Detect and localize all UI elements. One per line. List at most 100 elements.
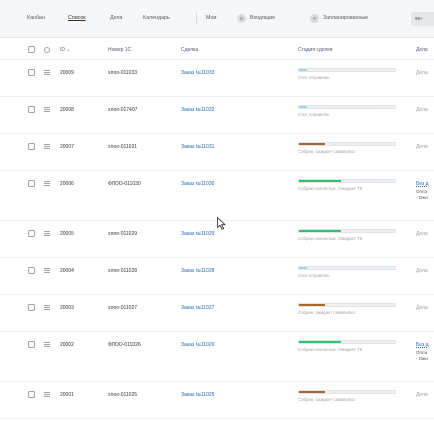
row-menu-icon[interactable] — [44, 107, 50, 112]
incoming-count-badge: 0 — [237, 14, 246, 23]
row-checkbox[interactable] — [28, 341, 35, 348]
deal-id: 20004 — [60, 268, 74, 274]
row-checkbox[interactable] — [28, 143, 35, 150]
stage-progress-bar[interactable] — [298, 179, 396, 183]
overflow-badge[interactable]: 99+ — [411, 12, 434, 26]
deal-link[interactable]: Заказ №11031 — [181, 144, 214, 150]
stage-label: Собран полностью. Ожидает ТК — [298, 186, 363, 191]
stage-cell[interactable]: Собран, ожидает самовывоз — [298, 303, 398, 316]
deal-link[interactable]: Заказ №11025 — [181, 392, 214, 398]
stage-label: Счет отправлен — [298, 112, 330, 117]
activity-link[interactable]: Дела — [416, 305, 428, 311]
number-1c: хлоо-011025 — [108, 392, 138, 398]
deal-link[interactable]: Заказ №11032 — [181, 107, 214, 113]
stage-label: Счет отправлен — [298, 75, 330, 80]
table-row[interactable]: 20003 хлоо-011027 Заказ №11027 Собран, ожид… — [0, 295, 434, 332]
stage-cell[interactable]: Собран полностью. Ожидает ТК — [298, 179, 398, 192]
column-header-deal[interactable]: Сделка — [181, 47, 198, 53]
row-menu-icon[interactable] — [44, 305, 50, 310]
stage-progress-bar[interactable] — [298, 229, 396, 233]
view-kanban-tab[interactable]: Канбан — [27, 15, 45, 21]
row-menu-icon[interactable] — [44, 231, 50, 236]
stage-cell[interactable]: Счет отправлен — [298, 68, 398, 81]
activity-link[interactable]: Дела — [416, 268, 428, 274]
stage-cell[interactable]: Собран полностью. Ожидает ТК — [298, 340, 398, 353]
select-all-checkbox[interactable] — [28, 46, 35, 53]
row-menu-icon[interactable] — [44, 342, 50, 347]
column-header-id[interactable]: ID ⌄ — [60, 47, 71, 53]
stage-label: Собран, ожидает самовывоз — [298, 149, 356, 154]
table-row[interactable]: 20004 хлоо-011028 Заказ №11028 Счет отправл… — [0, 258, 434, 295]
deal-link[interactable]: Заказ №11026 — [181, 342, 214, 348]
column-header-number-1c[interactable]: Номер 1С — [108, 47, 131, 53]
table-row[interactable]: 20008 хлоо-017407 Заказ №11032 Счет отправл… — [0, 97, 434, 134]
number-1c: хлоо-011027 — [108, 305, 138, 311]
row-checkbox[interactable] — [28, 230, 35, 237]
column-header-stage[interactable]: Стадия сделки — [298, 47, 332, 53]
activity-link[interactable]: Без д — [416, 181, 429, 187]
table-row[interactable]: 20007 хлоо-011031 Заказ №11031 Собран, ожид… — [0, 134, 434, 171]
number-1c: ФЛОО-011030 — [108, 181, 141, 187]
stage-progress-fill — [299, 341, 342, 343]
row-checkbox[interactable] — [28, 106, 35, 113]
table-row[interactable]: 20009 хлоо-011033 Заказ №11033 Счет отправл… — [0, 60, 434, 97]
row-menu-icon[interactable] — [44, 181, 50, 186]
row-checkbox[interactable] — [28, 304, 35, 311]
stage-cell[interactable]: Счет отправлен — [298, 105, 398, 118]
toolbar-divider — [196, 13, 197, 24]
deal-id: 20002 — [60, 342, 74, 348]
row-checkbox[interactable] — [28, 69, 35, 76]
my-counters-label: Мои: — [206, 15, 218, 21]
incoming-counter-link[interactable]: Входящие — [250, 15, 275, 21]
row-checkbox[interactable] — [28, 391, 35, 398]
stage-label: Счет отправлен — [298, 273, 330, 278]
deal-link[interactable]: Заказ №11028 — [181, 268, 214, 274]
view-activities-tab[interactable]: Дела — [110, 15, 122, 21]
stage-progress-bar[interactable] — [298, 68, 396, 72]
row-menu-icon[interactable] — [44, 144, 50, 149]
stage-cell[interactable]: Собран полностью. Ожидает ТК — [298, 229, 398, 242]
activity-link[interactable]: Дела — [416, 144, 428, 150]
row-checkbox[interactable] — [28, 267, 35, 274]
table-row[interactable]: 20001 хлоо-011025 Заказ №11025 Собран, ожид… — [0, 382, 434, 419]
stage-progress-fill — [299, 391, 325, 393]
deal-link[interactable]: Заказ №11033 — [181, 70, 214, 76]
view-calendar-tab[interactable]: Календарь — [143, 15, 170, 21]
deal-id: 20009 — [60, 70, 74, 76]
stage-progress-fill — [299, 180, 342, 182]
planned-counter-link[interactable]: Запланированные — [323, 15, 368, 21]
deal-id: 20001 — [60, 392, 74, 398]
stage-progress-bar[interactable] — [298, 266, 396, 270]
number-1c: хлоо-011031 — [108, 144, 138, 150]
row-menu-icon[interactable] — [44, 70, 50, 75]
stage-progress-bar[interactable] — [298, 340, 396, 344]
table-row[interactable]: 20006 ФЛОО-011030 Заказ №11030 Собран полно… — [0, 171, 434, 221]
deal-link[interactable]: Заказ №11029 — [181, 231, 214, 237]
activity-link[interactable]: Дела — [416, 70, 428, 76]
deal-link[interactable]: Заказ №11027 — [181, 305, 214, 311]
activity-link[interactable]: Без д — [416, 342, 429, 348]
stage-progress-bar[interactable] — [298, 303, 396, 307]
row-menu-icon[interactable] — [44, 268, 50, 273]
stage-cell[interactable]: Собран, ожидает самовывоз — [298, 142, 398, 155]
column-header-activity[interactable]: Дела — [416, 47, 428, 53]
activity-link[interactable]: Дела — [416, 392, 428, 398]
stage-progress-bar[interactable] — [298, 142, 396, 146]
stage-label: Собран полностью. Ожидает ТК — [298, 236, 363, 241]
view-list-tab[interactable]: Список — [68, 15, 86, 21]
stage-cell[interactable]: Собран, ожидает самовывоз — [298, 390, 398, 403]
stage-progress-bar[interactable] — [298, 390, 396, 394]
activity-link[interactable]: Дела — [416, 231, 428, 237]
stage-label: Собран полностью. Ожидает ТК — [298, 347, 363, 352]
deal-link[interactable]: Заказ №11030 — [181, 181, 214, 187]
gear-icon[interactable] — [44, 46, 50, 53]
row-menu-icon[interactable] — [44, 392, 50, 397]
stage-cell[interactable]: Счет отправлен — [298, 266, 398, 279]
stage-progress-bar[interactable] — [298, 105, 396, 109]
number-1c: ФЛОО-011026 — [108, 342, 141, 348]
row-checkbox[interactable] — [28, 180, 35, 187]
mouse-cursor-icon — [217, 217, 226, 230]
table-row[interactable]: 20002 ФЛОО-011026 Заказ №11026 Собран полно… — [0, 332, 434, 382]
activity-link[interactable]: Дела — [416, 107, 428, 113]
deal-id: 20008 — [60, 107, 74, 113]
